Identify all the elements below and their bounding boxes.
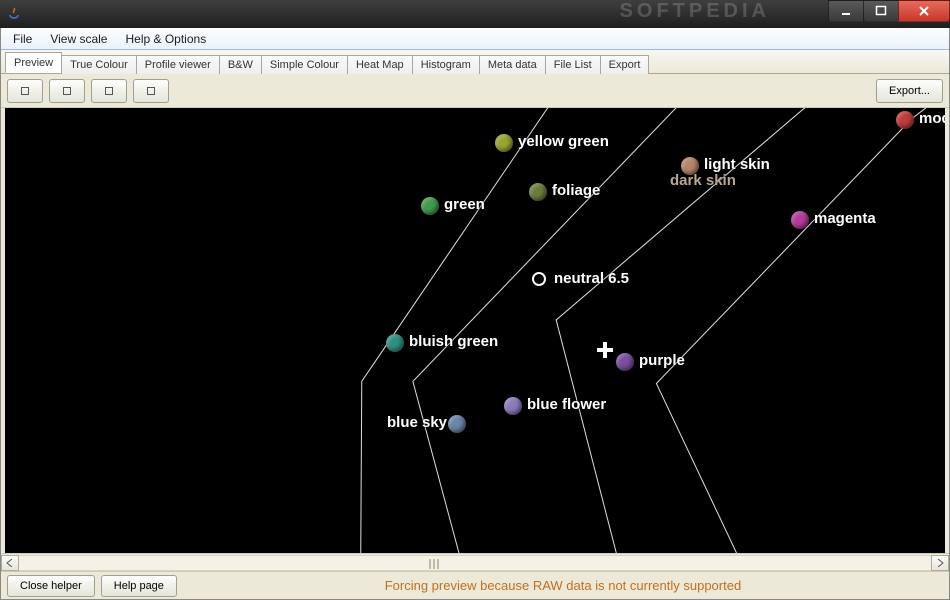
close-button[interactable] bbox=[898, 0, 950, 22]
softpedia-watermark: SOFTPEDIA bbox=[620, 0, 770, 23]
color-point bbox=[448, 415, 466, 433]
tab-meta-data[interactable]: Meta data bbox=[479, 55, 546, 74]
square-icon bbox=[21, 87, 29, 95]
color-point bbox=[421, 197, 439, 215]
app-frame: File View scale Help & Options Preview T… bbox=[0, 28, 950, 600]
scroll-grip-icon bbox=[429, 559, 449, 569]
color-point bbox=[504, 397, 522, 415]
menu-help-options[interactable]: Help & Options bbox=[117, 30, 214, 48]
menu-view-scale[interactable]: View scale bbox=[42, 30, 115, 48]
point-label: yellow green bbox=[518, 133, 609, 150]
tool-button-2[interactable] bbox=[49, 79, 85, 103]
color-point bbox=[896, 111, 914, 129]
tab-simple-colour[interactable]: Simple Colour bbox=[261, 55, 348, 74]
tool-button-3[interactable] bbox=[91, 79, 127, 103]
menu-file[interactable]: File bbox=[5, 30, 40, 48]
window-controls bbox=[829, 0, 950, 22]
square-icon bbox=[105, 87, 113, 95]
tab-heat-map[interactable]: Heat Map bbox=[347, 55, 413, 74]
tabstrip: Preview True Colour Profile viewer B&W S… bbox=[1, 50, 949, 74]
crosshair-icon bbox=[597, 342, 613, 358]
maximize-button[interactable] bbox=[863, 0, 899, 22]
point-label: foliage bbox=[552, 182, 600, 199]
color-point bbox=[495, 134, 513, 152]
point-label: moderate bbox=[919, 110, 945, 127]
toolbar: Export... bbox=[1, 74, 949, 108]
color-point bbox=[791, 211, 809, 229]
scroll-right-arrow[interactable] bbox=[931, 555, 949, 571]
chart-polylines bbox=[5, 108, 945, 553]
horizontal-scrollbar[interactable] bbox=[1, 553, 949, 571]
canvas-area: moderate yellow green light skindark skin f… bbox=[1, 108, 949, 553]
preview-canvas[interactable]: moderate yellow green light skindark skin f… bbox=[5, 108, 945, 553]
point-label: purple bbox=[639, 352, 685, 369]
tab-preview[interactable]: Preview bbox=[5, 52, 62, 73]
color-point bbox=[386, 334, 404, 352]
tab-histogram[interactable]: Histogram bbox=[412, 55, 480, 74]
square-icon bbox=[63, 87, 71, 95]
point-label: neutral 6.5 bbox=[554, 270, 629, 287]
point-label: bluish green bbox=[409, 333, 498, 350]
color-point bbox=[616, 353, 634, 371]
point-label: magenta bbox=[814, 210, 876, 227]
point-label: blue sky bbox=[387, 414, 447, 431]
point-label: green bbox=[444, 196, 485, 213]
tab-true-colour[interactable]: True Colour bbox=[61, 55, 137, 74]
point-label: blue flower bbox=[527, 396, 606, 413]
scroll-track[interactable] bbox=[19, 555, 931, 571]
java-icon bbox=[6, 6, 22, 22]
tab-profile-viewer[interactable]: Profile viewer bbox=[136, 55, 220, 74]
help-page-button[interactable]: Help page bbox=[101, 575, 177, 597]
square-icon bbox=[147, 87, 155, 95]
close-helper-button[interactable]: Close helper bbox=[7, 575, 95, 597]
status-message: Forcing preview because RAW data is not … bbox=[183, 578, 943, 593]
export-button[interactable]: Export... bbox=[876, 79, 943, 103]
tab-file-list[interactable]: File List bbox=[545, 55, 601, 74]
titlebar: SOFTPEDIA bbox=[0, 0, 950, 28]
minimize-button[interactable] bbox=[828, 0, 864, 22]
neutral-circle-icon bbox=[532, 272, 546, 286]
tab-bw[interactable]: B&W bbox=[219, 55, 262, 74]
menubar: File View scale Help & Options bbox=[1, 28, 949, 50]
color-point bbox=[529, 183, 547, 201]
point-label: light skin bbox=[704, 156, 770, 173]
tab-export[interactable]: Export bbox=[600, 55, 650, 74]
tool-button-4[interactable] bbox=[133, 79, 169, 103]
point-label: dark skin bbox=[670, 172, 736, 189]
tool-button-1[interactable] bbox=[7, 79, 43, 103]
statusbar: Close helper Help page Forcing preview b… bbox=[1, 571, 949, 599]
scroll-left-arrow[interactable] bbox=[1, 555, 19, 571]
